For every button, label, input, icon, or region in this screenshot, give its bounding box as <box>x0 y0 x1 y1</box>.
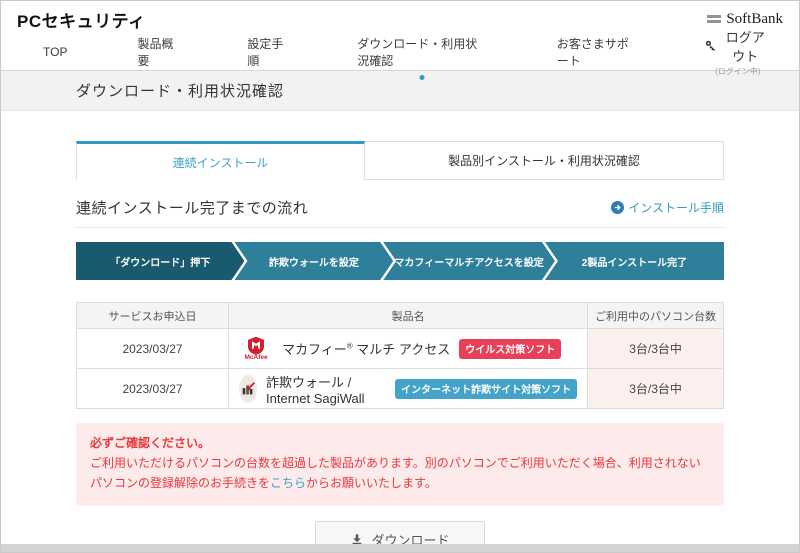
sagiwall-icon <box>239 374 258 403</box>
flow-step-3: マカフィーマルチアクセスを設定 <box>383 242 555 280</box>
kochira-link[interactable]: こちら <box>270 476 306 490</box>
product-name: マカフィー® マルチ アクセス <box>282 341 451 357</box>
pc-count: 3台/3台中 <box>587 368 724 409</box>
antifraud-badge: インターネット詐欺サイト対策ソフト <box>395 378 578 399</box>
active-nav-dot <box>419 74 425 80</box>
logout-label: ログアウト <box>725 29 765 64</box>
flow-step-1: 「ダウンロード」押下 <box>76 242 244 280</box>
table-row-sagiwall: 2023/03/27 詐欺ウォール / Internet SagiWall イン… <box>75 368 724 409</box>
flow-step-4: 2製品インストール完了 <box>544 242 724 280</box>
warning-box: 必ずご確認ください。 ご利用いただけるパソコンの台数を超過した製品があります。別… <box>76 423 724 506</box>
warning-title: 必ずご確認ください。 <box>90 436 211 450</box>
col-header-apply-date: サービスお申込日 <box>75 302 230 329</box>
nav-item-customer-support[interactable]: お客さまサポート <box>555 25 639 79</box>
softbank-bars-icon <box>707 15 722 23</box>
install-guide-link[interactable]: インストール手順 <box>611 199 724 216</box>
softbank-logo: SoftBank <box>707 11 783 28</box>
softbank-wordmark: SoftBank <box>726 10 783 27</box>
install-flow: 「ダウンロード」押下 詐欺ウォールを設定 マカフィーマルチアクセスを設定 2製品… <box>76 242 724 280</box>
nav-item-product-overview[interactable]: 製品概要 <box>135 25 179 79</box>
flow-heading: 連続インストール完了までの流れ <box>76 200 309 217</box>
nav-item-top[interactable]: TOP <box>41 35 69 69</box>
table-header-row: サービスお申込日 製品名 ご利用中のパソコン台数 <box>75 302 724 329</box>
product-name: 詐欺ウォール / Internet SagiWall <box>266 374 365 406</box>
install-guide-link-label: インストール手順 <box>628 201 724 215</box>
flow-step-2: 詐欺ウォールを設定 <box>234 242 393 280</box>
apply-date: 2023/03/27 <box>75 368 230 409</box>
page-title: ダウンロード・利用状況確認 <box>76 83 285 100</box>
antivirus-badge: ウイルス対策ソフト <box>459 338 562 359</box>
tab-continuous-install[interactable]: 連続インストール <box>76 141 365 180</box>
nav-item-download-status-label: ダウンロード・利用状況確認 <box>357 36 478 68</box>
bottom-strip <box>1 544 799 552</box>
col-header-product-name: 製品名 <box>228 302 589 329</box>
main-nav: TOP 製品概要 設定手順 ダウンロード・利用状況確認 お客さまサポート ログア… <box>1 30 799 80</box>
app-title: PCセキュリティ <box>17 11 146 31</box>
pc-count: 3台/3台中 <box>587 328 724 369</box>
table-row-mcafee: 2023/03/27 McAfee マカフィー® マルチ アクセス ウイルス対策… <box>75 328 724 369</box>
pc-security-page: PCセキュリティ SoftBank TOP 製品概要 設定手順 ダウンロード・利… <box>0 0 800 553</box>
mcafee-wordmark: McAfee <box>244 354 268 361</box>
key-icon <box>705 40 717 52</box>
logout-button[interactable]: ログアウト (ログイン中) <box>705 27 771 77</box>
mcafee-shield-icon: McAfee <box>239 336 273 361</box>
usage-table: サービスお申込日 製品名 ご利用中のパソコン台数 2023/03/27 McAf… <box>75 302 724 409</box>
col-header-pc-count: ご利用中のパソコン台数 <box>587 302 724 329</box>
tab-bar: 連続インストール 製品別インストール・利用状況確認 <box>76 141 724 180</box>
arrow-circle-icon <box>611 201 625 214</box>
main-content: 連続インストール 製品別インストール・利用状況確認 連続インストール完了までの流… <box>1 141 799 552</box>
tab-per-product-status[interactable]: 製品別インストール・利用状況確認 <box>365 141 724 180</box>
warning-body: ご利用いただけるパソコンの台数を超過した製品があります。別のパソコンでご利用いた… <box>90 456 701 490</box>
apply-date: 2023/03/27 <box>75 328 230 369</box>
flow-section-header: 連続インストール完了までの流れ インストール手順 <box>76 197 724 228</box>
nav-item-setup-steps[interactable]: 設定手順 <box>245 25 289 79</box>
nav-item-download-status[interactable]: ダウンロード・利用状況確認 <box>355 25 489 80</box>
login-status: (ログイン中) <box>715 66 761 76</box>
